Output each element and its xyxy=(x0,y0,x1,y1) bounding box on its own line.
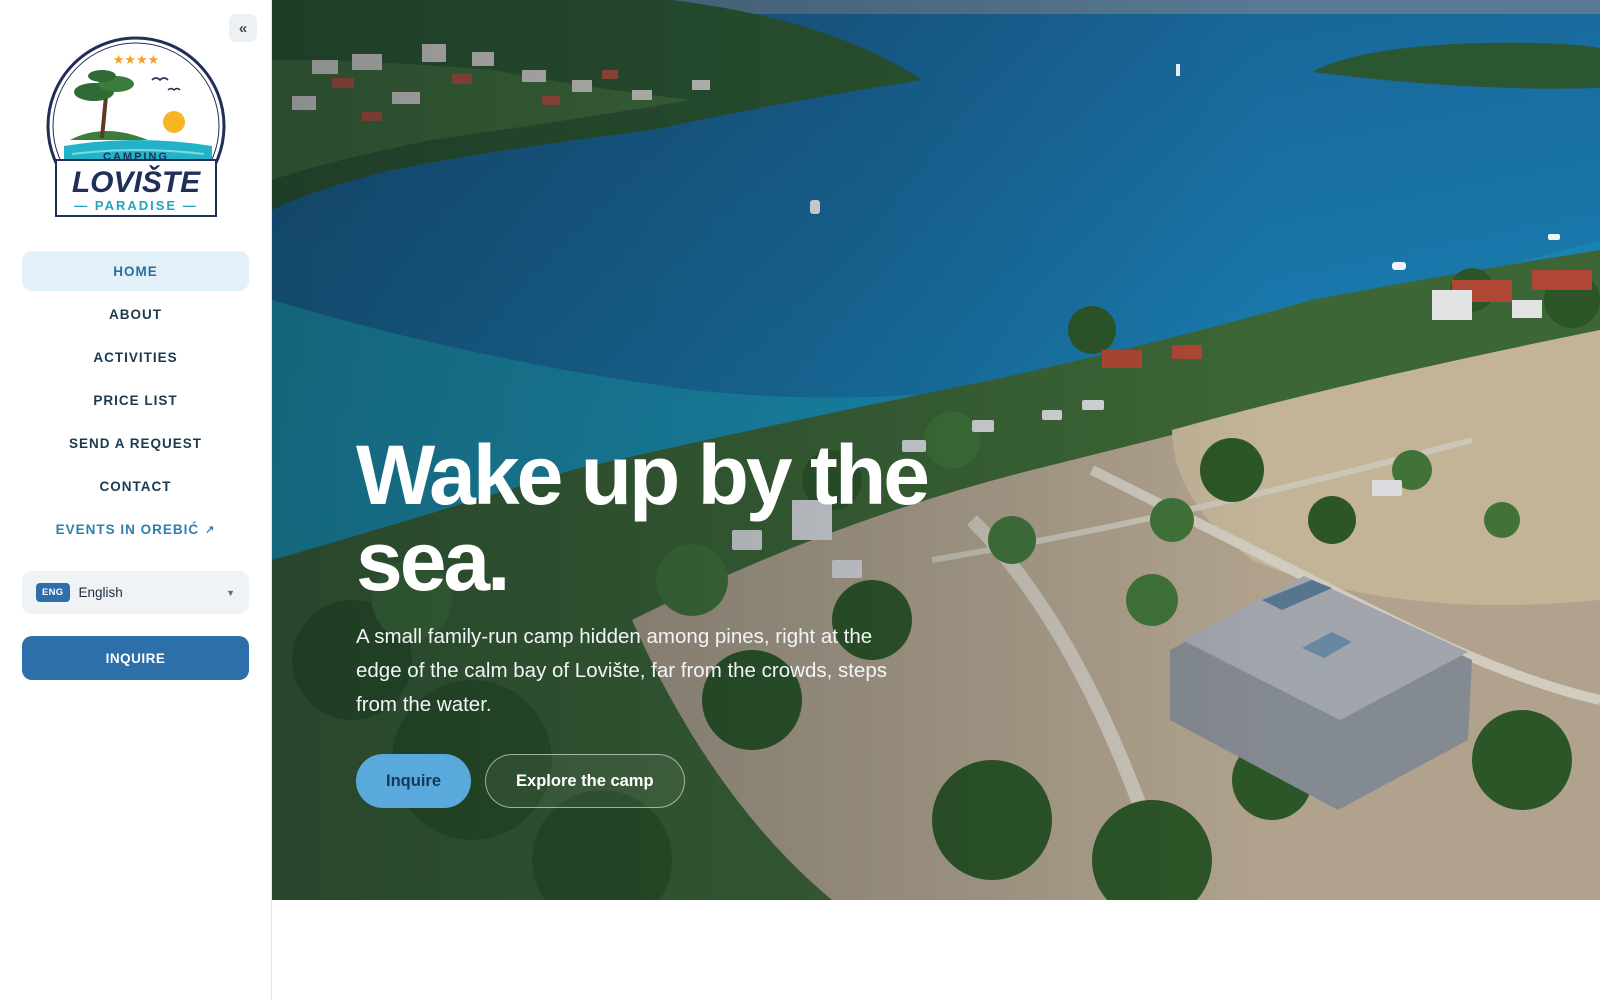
caret-down-icon: ▼ xyxy=(226,587,235,598)
collapse-sidebar-button[interactable]: « xyxy=(229,14,257,42)
nav-item-label: SEND A REQUEST xyxy=(68,435,202,451)
nav-item-label: ABOUT xyxy=(109,306,162,322)
hero-actions: Inquire Explore the camp xyxy=(356,754,685,808)
svg-text:— PARADISE —: — PARADISE — xyxy=(74,198,197,213)
hero-section: Wake up by the sea. A small family-run c… xyxy=(272,0,1600,900)
language-name: English xyxy=(78,585,123,600)
nav-item-contact[interactable]: CONTACT xyxy=(22,466,249,506)
hero-inquire-button[interactable]: Inquire xyxy=(356,754,472,808)
language-select[interactable]: ENG English ▼ xyxy=(22,571,249,614)
explore-camp-button[interactable]: Explore the camp xyxy=(485,754,685,808)
svg-text:LOVIŠTE: LOVIŠTE xyxy=(72,165,201,199)
nav-item-about[interactable]: ABOUT xyxy=(22,294,249,334)
nav-item-events-in-orebic[interactable]: EVENTS IN OREBIĆ ↗ xyxy=(22,509,249,549)
nav-item-label: EVENTS IN OREBIĆ xyxy=(55,521,200,537)
camping-loviste-logo[interactable]: ★★★★ CAMPING LOVIŠTE — PARADISE — xyxy=(44,34,228,224)
sidebar-inquire-button[interactable]: INQUIRE xyxy=(22,636,249,680)
sidebar: « ★★★★ CAMPING LOVIŠTE — PARADISE — HOME… xyxy=(0,0,272,1000)
nav-item-send-a-request[interactable]: SEND A REQUEST xyxy=(22,423,249,463)
nav-item-label: HOME xyxy=(113,263,158,279)
nav-item-price-list[interactable]: PRICE LIST xyxy=(22,380,249,420)
double-chevron-left-icon: « xyxy=(238,19,248,37)
nav-item-label: PRICE LIST xyxy=(93,392,178,408)
hero-subtitle: A small family-run camp hidden among pin… xyxy=(356,625,887,716)
nav-item-activities[interactable]: ACTIVITIES xyxy=(22,337,249,377)
hero-title: Wake up by the sea. xyxy=(356,428,930,608)
main-nav: HOME ABOUT ACTIVITIES PRICE LIST SEND A … xyxy=(22,251,249,552)
language-code-badge: ENG xyxy=(36,583,70,602)
nav-item-label: CONTACT xyxy=(99,478,172,494)
svg-text:CAMPING: CAMPING xyxy=(103,151,169,163)
nav-item-home[interactable]: HOME xyxy=(22,251,249,291)
svg-text:★★★★: ★★★★ xyxy=(113,53,160,68)
external-link-icon: ↗ xyxy=(205,523,216,536)
logo-emblem: ★★★★ CAMPING LOVIŠTE — PARADISE — xyxy=(46,36,226,217)
nav-item-label: ACTIVITIES xyxy=(93,349,178,365)
